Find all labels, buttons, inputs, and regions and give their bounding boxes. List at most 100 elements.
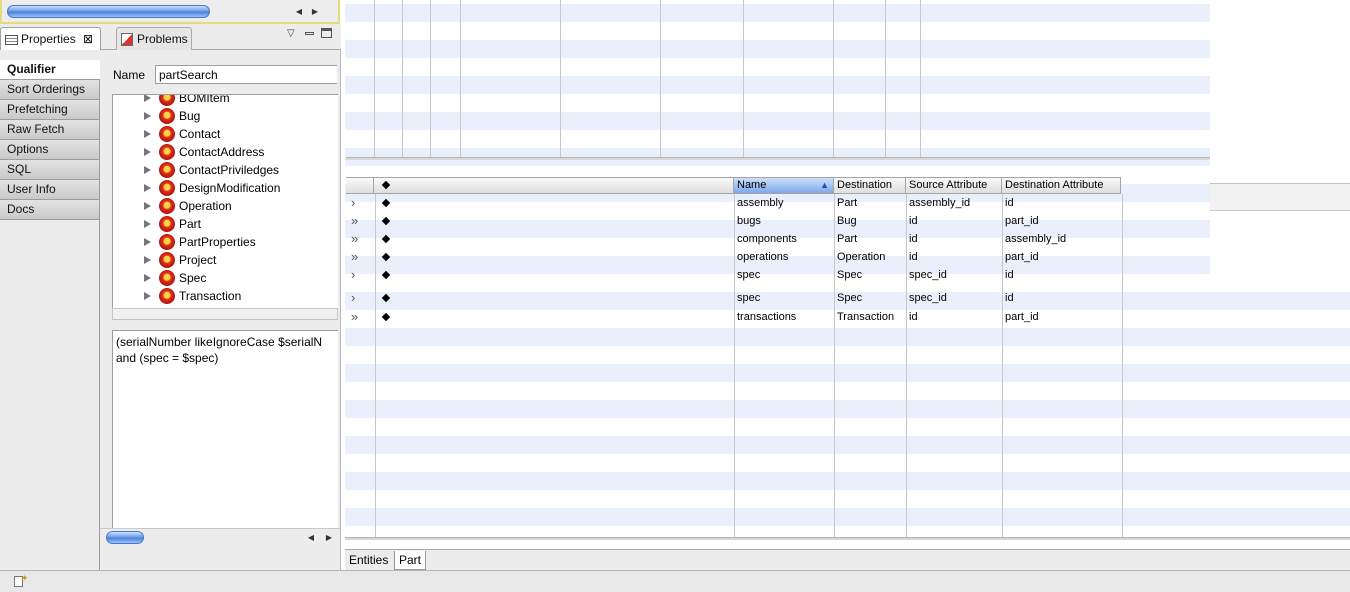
destination-attribute-cell[interactable]: part_id	[1005, 308, 1120, 326]
tab-entities[interactable]: Entities	[345, 551, 392, 570]
cardinality-cell[interactable]: »	[351, 212, 371, 230]
column-divider	[1002, 194, 1003, 537]
source-attribute-cell[interactable]: assembly_id	[909, 194, 1001, 212]
class-property-column-header[interactable]	[374, 178, 734, 193]
scroll-left-arrow[interactable]: ◀	[292, 5, 306, 18]
relationship-name-cell[interactable]: components	[737, 230, 832, 248]
tree-item[interactable]: Spec	[113, 269, 338, 287]
destination-column-header[interactable]: Destination	[834, 178, 906, 193]
tree-item[interactable]: DesignModification	[113, 179, 338, 197]
cardinality-cell[interactable]: ›	[351, 289, 371, 307]
category-docs[interactable]: Docs	[0, 200, 100, 220]
category-raw-fetch[interactable]: Raw Fetch	[0, 120, 100, 140]
source-attribute-column-header[interactable]: Source Attribute	[906, 178, 1002, 193]
destination-cell[interactable]: Spec	[837, 289, 905, 307]
destination-attribute-cell[interactable]: assembly_id	[1005, 230, 1120, 248]
source-attribute-cell[interactable]: id	[909, 308, 1001, 326]
name-column-header[interactable]: Name ▲	[734, 178, 834, 193]
tree-item[interactable]: PartProperties	[113, 233, 338, 251]
destination-attribute-cell[interactable]: id	[1005, 266, 1120, 284]
close-icon[interactable]: ⊠	[83, 32, 93, 46]
relationship-name-cell[interactable]: spec	[737, 289, 832, 307]
minimize-icon[interactable]	[305, 32, 314, 35]
tree-item[interactable]: ContactAddress	[113, 143, 338, 161]
tree-item[interactable]: Project	[113, 251, 338, 269]
cardinality-column-header[interactable]	[346, 178, 374, 193]
destination-cell[interactable]: Bug	[837, 212, 905, 230]
destination-attribute-cell[interactable]: id	[1005, 289, 1120, 307]
scroll-left-arrow[interactable]: ◀	[304, 531, 318, 544]
qualifier-text-area[interactable]: (serialNumber likeIgnoreCase $serialN an…	[112, 330, 338, 542]
category-options[interactable]: Options	[0, 140, 100, 160]
expand-arrow-icon[interactable]	[144, 292, 151, 300]
destination-attribute-cell[interactable]: part_id	[1005, 212, 1120, 230]
relationship-name-cell[interactable]: bugs	[737, 212, 832, 230]
source-attribute-cell[interactable]: id	[909, 248, 1001, 266]
destination-attribute-cell[interactable]: id	[1005, 194, 1120, 212]
source-attribute-cell[interactable]: spec_id	[909, 266, 1001, 284]
source-attribute-cell[interactable]: id	[909, 212, 1001, 230]
relationship-name-cell[interactable]: transactions	[737, 308, 832, 326]
tree-item[interactable]: Transaction	[113, 287, 338, 305]
tab-problems[interactable]: Problems	[116, 27, 192, 50]
top-horizontal-scrollbar[interactable]: ◀ ▶	[0, 0, 340, 24]
properties-horizontal-scrollbar[interactable]: ◀ ▶	[100, 528, 340, 546]
scroll-right-arrow[interactable]: ▶	[308, 5, 322, 18]
maximize-icon[interactable]	[321, 28, 332, 38]
name-field[interactable]	[155, 65, 337, 84]
expand-arrow-icon[interactable]	[144, 148, 151, 156]
destination-cell[interactable]: Part	[837, 194, 905, 212]
expand-arrow-icon[interactable]	[144, 220, 151, 228]
expand-arrow-icon[interactable]	[144, 130, 151, 138]
editor-splitter[interactable]	[346, 157, 1210, 160]
expand-arrow-icon[interactable]	[144, 95, 151, 102]
destination-attribute-cell[interactable]: part_id	[1005, 248, 1120, 266]
tree-item[interactable]: Part	[113, 215, 338, 233]
destination-cell[interactable]: Operation	[837, 248, 905, 266]
category-qualifier[interactable]: Qualifier	[0, 60, 100, 80]
relationship-name-cell[interactable]: spec	[737, 266, 832, 284]
expand-arrow-icon[interactable]	[144, 202, 151, 210]
destination-cell[interactable]: Transaction	[837, 308, 905, 326]
entity-tree[interactable]: BOMItem Bug Contact ContactAddress ContactPr…	[112, 94, 338, 320]
cardinality-cell[interactable]: »	[351, 308, 371, 326]
relationship-name-cell[interactable]: operations	[737, 248, 832, 266]
tree-item[interactable]: Bug	[113, 107, 338, 125]
relationship-name-cell[interactable]: assembly	[737, 194, 832, 212]
expand-arrow-icon[interactable]	[144, 274, 151, 282]
expand-arrow-icon[interactable]	[144, 256, 151, 264]
destination-cell[interactable]: Spec	[837, 266, 905, 284]
tab-properties[interactable]: Properties ⊠	[0, 27, 101, 50]
destination-attribute-column-header[interactable]: Destination Attribute	[1002, 178, 1121, 193]
category-user-info[interactable]: User Info	[0, 180, 100, 200]
cardinality-cell[interactable]: »	[351, 248, 371, 266]
tree-item[interactable]: ContactPriviledges	[113, 161, 338, 179]
destination-cell[interactable]: Part	[837, 230, 905, 248]
tree-item-label: ContactAddress	[179, 145, 265, 159]
category-sql[interactable]: SQL	[0, 160, 100, 180]
source-attribute-cell[interactable]: id	[909, 230, 1001, 248]
tree-item[interactable]: BOMItem	[113, 95, 338, 107]
cardinality-cell[interactable]: ›	[351, 266, 371, 284]
source-attribute-cell[interactable]: spec_id	[909, 289, 1001, 307]
tree-horizontal-scrollbar[interactable]	[112, 308, 338, 320]
tree-item-label: ContactPriviledges	[179, 163, 280, 177]
expand-arrow-icon[interactable]	[144, 166, 151, 174]
category-sort-orderings[interactable]: Sort Orderings	[0, 80, 100, 100]
scroll-thumb[interactable]	[106, 531, 144, 544]
expand-arrow-icon[interactable]	[144, 238, 151, 246]
cardinality-cell[interactable]: »	[351, 230, 371, 248]
expand-arrow-icon[interactable]	[144, 184, 151, 192]
scroll-right-arrow[interactable]: ▶	[322, 531, 336, 544]
entity-icon	[159, 216, 175, 232]
tab-part[interactable]: Part	[394, 551, 427, 570]
cardinality-cell[interactable]: ›	[351, 194, 371, 212]
category-prefetching[interactable]: Prefetching	[0, 100, 100, 120]
tab-label: Problems	[137, 32, 188, 46]
problems-icon	[121, 33, 133, 47]
view-menu-icon[interactable]: ▽	[287, 28, 295, 39]
expand-arrow-icon[interactable]	[144, 112, 151, 120]
tree-item[interactable]: Operation	[113, 197, 338, 215]
tree-item[interactable]: Contact	[113, 125, 338, 143]
scroll-thumb[interactable]	[7, 5, 210, 18]
